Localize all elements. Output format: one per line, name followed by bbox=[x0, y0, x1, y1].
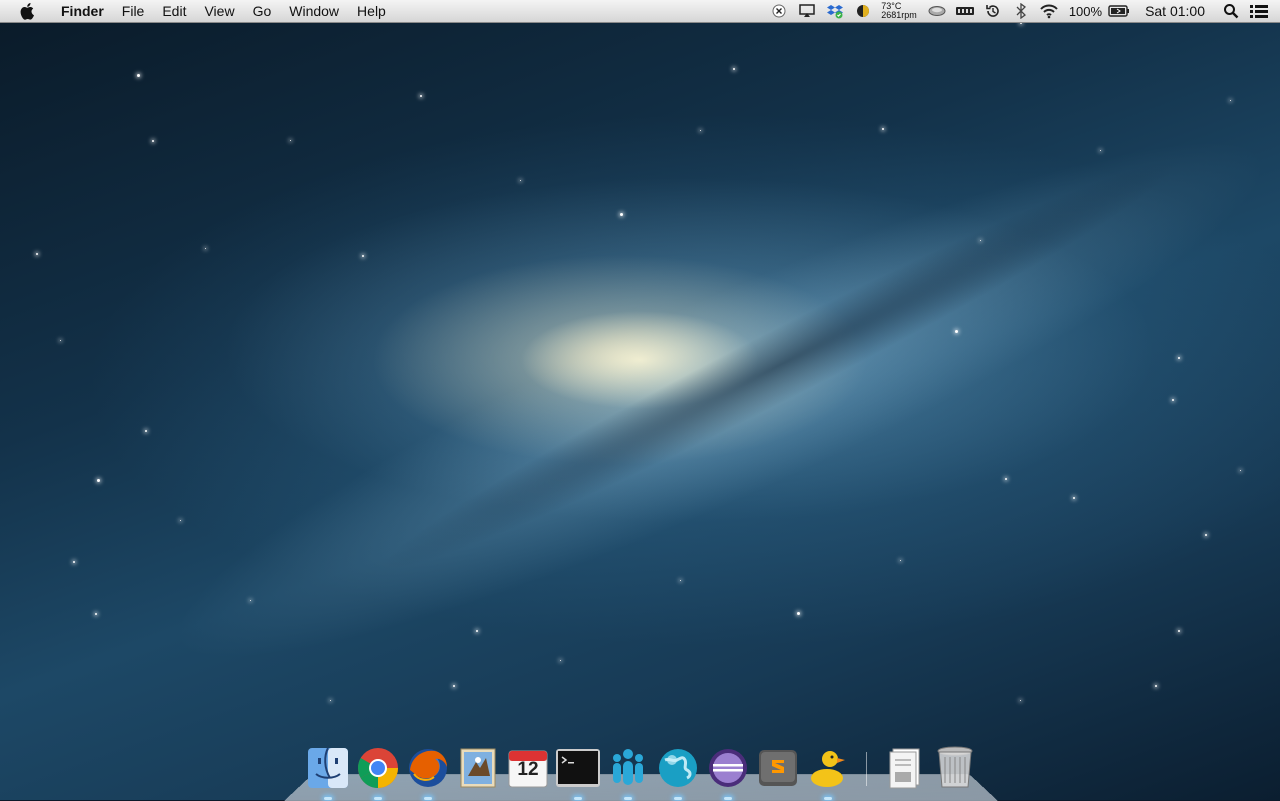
star bbox=[955, 330, 958, 333]
desktop-wallpaper bbox=[0, 0, 1280, 800]
dock: 12 bbox=[304, 736, 984, 800]
star bbox=[180, 520, 181, 521]
star bbox=[95, 613, 97, 615]
mail-icon bbox=[460, 748, 496, 788]
app-menu-finder[interactable]: Finder bbox=[52, 0, 113, 22]
star bbox=[73, 561, 75, 563]
dock-item-firefox[interactable] bbox=[404, 744, 452, 800]
messaging-icon bbox=[613, 749, 643, 785]
sublime-icon bbox=[759, 750, 797, 786]
star bbox=[362, 255, 364, 257]
star bbox=[1178, 630, 1180, 632]
star bbox=[1073, 497, 1075, 499]
star bbox=[137, 74, 140, 77]
drive-icon[interactable] bbox=[926, 0, 948, 22]
star bbox=[1205, 534, 1207, 536]
spotlight-icon[interactable] bbox=[1220, 0, 1242, 22]
documents-stack-icon bbox=[889, 748, 920, 789]
dock-item-trash[interactable] bbox=[931, 744, 979, 792]
star bbox=[620, 213, 623, 216]
star bbox=[882, 128, 884, 130]
star bbox=[1178, 357, 1180, 359]
time-machine-icon[interactable] bbox=[982, 0, 1004, 22]
star bbox=[420, 95, 422, 97]
menu-window[interactable]: Window bbox=[280, 0, 348, 22]
menu-file[interactable]: File bbox=[113, 0, 154, 22]
firefox-icon bbox=[409, 749, 447, 787]
nightlight-icon[interactable] bbox=[852, 0, 874, 22]
star bbox=[980, 240, 981, 241]
duck-icon bbox=[811, 751, 845, 787]
star bbox=[1005, 478, 1007, 480]
star bbox=[290, 140, 291, 141]
star bbox=[476, 630, 478, 632]
dock-item-documents-stack[interactable] bbox=[881, 744, 929, 792]
menu-help[interactable]: Help bbox=[348, 0, 395, 22]
menu-edit[interactable]: Edit bbox=[153, 0, 195, 22]
star bbox=[1100, 150, 1101, 151]
menu-bar: Finder File Edit View Go Window Help 73°… bbox=[0, 0, 1280, 23]
star bbox=[205, 248, 206, 249]
calendar-date: 12 bbox=[517, 759, 539, 780]
battery-icon[interactable] bbox=[1108, 0, 1130, 22]
dock-item-eclipse[interactable] bbox=[704, 744, 752, 800]
dock-separator bbox=[866, 752, 867, 786]
star bbox=[1155, 685, 1157, 687]
star bbox=[1230, 100, 1231, 101]
trash-icon bbox=[937, 746, 973, 788]
airplay-icon[interactable] bbox=[796, 0, 818, 22]
apple-icon[interactable] bbox=[18, 1, 38, 21]
star bbox=[520, 180, 521, 181]
notification-center-icon[interactable] bbox=[1248, 0, 1270, 22]
globe-icon bbox=[659, 749, 697, 787]
dock-item-mail[interactable] bbox=[454, 744, 502, 792]
star bbox=[900, 560, 901, 561]
eclipse-icon bbox=[709, 749, 747, 787]
dock-item-globe[interactable] bbox=[654, 744, 702, 800]
fan-speed-value: 2681rpm bbox=[881, 10, 917, 20]
star bbox=[680, 580, 681, 581]
dock-item-messaging[interactable] bbox=[604, 744, 652, 800]
star bbox=[1240, 470, 1241, 471]
battery-percent[interactable]: 100% bbox=[1069, 4, 1102, 19]
dock-item-sublime[interactable] bbox=[754, 744, 802, 792]
star bbox=[797, 612, 800, 615]
dock-item-cyberduck[interactable] bbox=[804, 744, 852, 800]
close-x-icon[interactable] bbox=[768, 0, 790, 22]
dock-item-terminal[interactable] bbox=[554, 744, 602, 800]
star bbox=[60, 340, 61, 341]
memory-icon[interactable] bbox=[954, 0, 976, 22]
star bbox=[1020, 700, 1021, 701]
chrome-icon bbox=[358, 748, 398, 788]
star bbox=[1172, 399, 1174, 401]
star bbox=[152, 140, 154, 142]
finder-icon bbox=[308, 747, 348, 788]
dock-item-chrome[interactable] bbox=[354, 744, 402, 800]
star bbox=[250, 600, 251, 601]
star bbox=[330, 700, 331, 701]
wifi-icon[interactable] bbox=[1038, 0, 1060, 22]
menu-view[interactable]: View bbox=[195, 0, 243, 22]
menu-bar-left: Finder File Edit View Go Window Help bbox=[0, 0, 395, 22]
star bbox=[453, 685, 455, 687]
bluetooth-icon[interactable] bbox=[1010, 0, 1032, 22]
dock-item-finder[interactable] bbox=[304, 744, 352, 800]
star bbox=[560, 660, 561, 661]
temperature-readout[interactable]: 73°C 2681rpm bbox=[881, 2, 917, 20]
dock-item-calendar[interactable]: 12 bbox=[504, 744, 552, 792]
menu-clock[interactable]: Sat 01:00 bbox=[1145, 3, 1205, 19]
star bbox=[700, 130, 701, 131]
star bbox=[733, 68, 735, 70]
star bbox=[36, 253, 38, 255]
star bbox=[97, 479, 100, 482]
menu-go[interactable]: Go bbox=[244, 0, 281, 22]
dropbox-icon[interactable] bbox=[824, 0, 846, 22]
terminal-icon bbox=[556, 749, 600, 787]
star bbox=[145, 430, 147, 432]
galaxy-dust-lane bbox=[363, 129, 1197, 601]
menu-bar-status-area: 73°C 2681rpm 100% Sat 01:00 bbox=[765, 0, 1280, 22]
